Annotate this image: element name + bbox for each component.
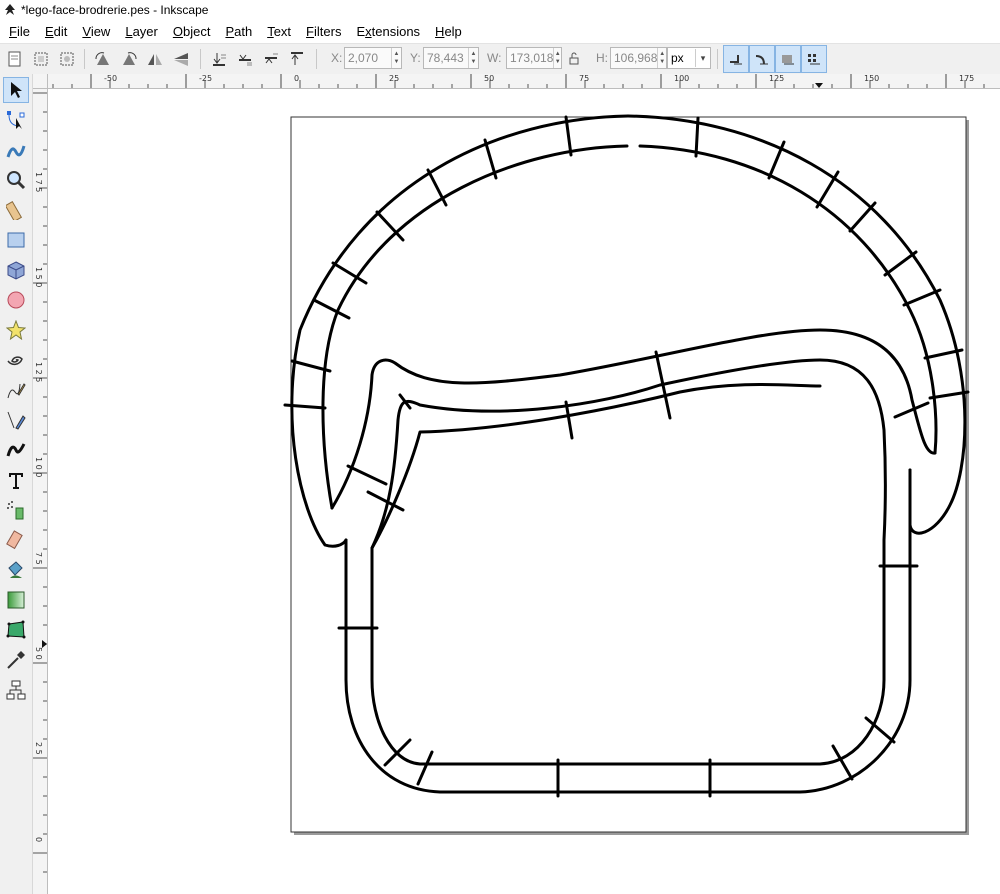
w-field[interactable]: 173,018 ▲ ▼ <box>506 47 562 69</box>
flip-horizontal-icon[interactable] <box>144 48 166 70</box>
select-all-layers-icon[interactable] <box>30 48 52 70</box>
y-spin-arrows[interactable]: ▲ ▼ <box>468 48 478 68</box>
w-spin-arrows[interactable]: ▲ ▼ <box>553 48 561 68</box>
menu-path[interactable]: Path <box>217 24 259 39</box>
ellipse-tool-icon[interactable] <box>3 287 29 313</box>
pencil-tool-icon[interactable] <box>3 377 29 403</box>
calligraphy-tool-icon[interactable] <box>3 437 29 463</box>
tweak-tool-icon[interactable] <box>3 137 29 163</box>
menu-filters[interactable]: Filters <box>298 24 348 39</box>
pen-tool-icon[interactable] <box>3 407 29 433</box>
x-label: X: <box>331 51 343 65</box>
dropper-tool-icon[interactable] <box>3 647 29 673</box>
unit-select[interactable]: px ▾ <box>667 47 711 69</box>
w-label: W: <box>487 51 502 65</box>
inkscape-logo-icon <box>5 3 15 15</box>
selector-tool-icon[interactable] <box>3 77 29 103</box>
measure-tool-icon[interactable] <box>3 197 29 223</box>
rotate-ccw-icon[interactable] <box>92 48 114 70</box>
chevron-down-icon: ▾ <box>695 49 710 67</box>
transform-patterns-toggle[interactable] <box>801 45 827 73</box>
drawing-canvas[interactable] <box>48 89 1000 894</box>
x-spin-arrows[interactable]: ▲ ▼ <box>391 48 401 68</box>
h-field[interactable]: 106,968 ▲ ▼ <box>610 47 667 69</box>
paint-bucket-icon[interactable] <box>3 557 29 583</box>
deselect-icon[interactable] <box>56 48 78 70</box>
tool-controls-bar: X: 2,070 ▲ ▼ Y: 78,443 ▲ ▼ W: 173,018 ▲ ▼ H… <box>0 43 1000 75</box>
title-bar: *lego-face-brodrerie.pes - Inkscape <box>0 0 1000 19</box>
select-all-icon[interactable] <box>4 48 26 70</box>
transform-gradients-toggle[interactable] <box>775 45 801 73</box>
menu-help[interactable]: Help <box>427 24 469 39</box>
ruler-corner <box>33 74 48 89</box>
lower-icon[interactable] <box>234 48 256 70</box>
zoom-tool-icon[interactable] <box>3 167 29 193</box>
raise-icon[interactable] <box>260 48 282 70</box>
menu-file[interactable]: File <box>0 24 37 39</box>
lock-ratio-icon[interactable] <box>565 48 583 70</box>
menu-extensions[interactable]: Extensions <box>348 24 427 39</box>
connector-tool-icon[interactable] <box>3 677 29 703</box>
3dbox-tool-icon[interactable] <box>3 257 29 283</box>
node-tool-icon[interactable] <box>3 107 29 133</box>
raise-to-top-icon[interactable] <box>286 48 308 70</box>
menu-bar: File Edit View Layer Object Path Text Fi… <box>0 19 1000 43</box>
star-tool-icon[interactable] <box>3 317 29 343</box>
scale-corners-toggle[interactable] <box>749 45 775 73</box>
window-title: *lego-face-brodrerie.pes - Inkscape <box>21 2 209 17</box>
mesh-tool-icon[interactable] <box>3 617 29 643</box>
scale-stroke-toggle[interactable] <box>723 45 749 73</box>
menu-object[interactable]: Object <box>165 24 218 39</box>
y-label: Y: <box>410 51 421 65</box>
rect-tool-icon[interactable] <box>3 227 29 253</box>
eraser-tool-icon[interactable] <box>3 527 29 553</box>
toolbox <box>0 74 33 894</box>
gradient-tool-icon[interactable] <box>3 587 29 613</box>
lower-to-bottom-icon[interactable] <box>208 48 230 70</box>
vertical-ruler[interactable]: 1 7 5 1 5 0 1 2 5 1 0 0 7 5 5 0 2 5 0 <box>33 88 48 894</box>
rotate-cw-icon[interactable] <box>118 48 140 70</box>
y-field[interactable]: 78,443 ▲ ▼ <box>423 47 479 69</box>
menu-layer[interactable]: Layer <box>117 24 165 39</box>
menu-view[interactable]: View <box>74 24 117 39</box>
spray-tool-icon[interactable] <box>3 497 29 523</box>
flip-vertical-icon[interactable] <box>170 48 192 70</box>
h-spin-arrows[interactable]: ▲ ▼ <box>657 48 666 68</box>
text-tool-icon[interactable] <box>3 467 29 493</box>
horizontal-ruler[interactable]: -50 -25 0 25 50 75 100 125 150 175 <box>33 74 1000 89</box>
menu-text[interactable]: Text <box>259 24 298 39</box>
menu-edit[interactable]: Edit <box>37 24 74 39</box>
h-label: H: <box>596 51 608 65</box>
spiral-tool-icon[interactable] <box>3 347 29 373</box>
x-field[interactable]: 2,070 ▲ ▼ <box>344 47 402 69</box>
